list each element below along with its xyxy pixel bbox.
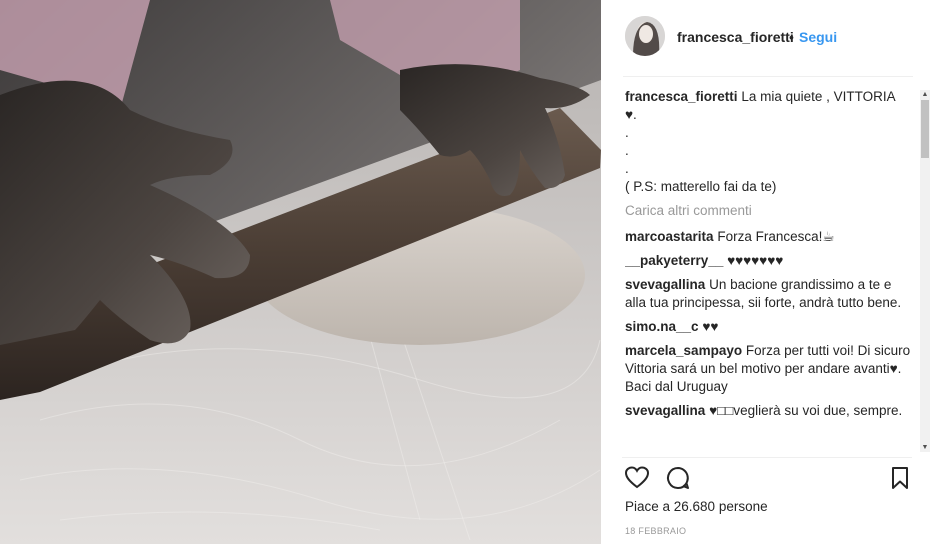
author-username[interactable]: francesca_fioretti — [677, 29, 794, 45]
bookmark-icon[interactable] — [887, 465, 913, 491]
comment-username[interactable]: svevagallina — [625, 403, 705, 418]
caption-line: . — [625, 125, 629, 140]
caption-line: ( P.S: matterello fai da te) — [625, 179, 777, 194]
heart-icon[interactable] — [624, 465, 650, 491]
post-sidebar: francesca_fioretti • Segui francesca_fio… — [601, 0, 934, 544]
author-avatar[interactable] — [625, 16, 665, 56]
comment-username[interactable]: marcoastarita — [625, 229, 714, 244]
caption-line: La mia quiete , VITTORIA — [741, 89, 896, 104]
photo-artwork — [0, 0, 601, 544]
comment-item: svevagallina Un bacione grandissimo a te… — [625, 276, 915, 312]
scroll-down-arrow-icon[interactable]: ▼ — [920, 443, 930, 452]
actions-divider — [622, 457, 912, 458]
comment-text: ♥♥♥♥♥♥♥ — [727, 253, 784, 268]
comments-scrollbar[interactable]: ▲ ▼ — [920, 90, 930, 452]
comment-item: __pakyeterry__ ♥♥♥♥♥♥♥ — [625, 252, 915, 270]
caption: francesca_fioretti La mia quiete , VITTO… — [625, 88, 915, 196]
caption-line: ♥. — [625, 107, 637, 122]
comment-username[interactable]: marcela_sampayo — [625, 343, 742, 358]
likes-count[interactable]: Piace a 26.680 persone — [625, 499, 768, 514]
caption-line: . — [625, 161, 629, 176]
header-divider — [623, 76, 913, 77]
follow-button[interactable]: Segui — [799, 29, 837, 45]
comment-username[interactable]: svevagallina — [625, 277, 705, 292]
post-date[interactable]: 18 FEBBRAIO — [625, 526, 686, 536]
comment-item: marcoastarita Forza Francesca!☕ — [625, 228, 915, 246]
scroll-up-arrow-icon[interactable]: ▲ — [920, 90, 930, 99]
comment-text: ♥□□veglierà su voi due, sempre. — [709, 403, 903, 418]
comment-username[interactable]: simo.na__c — [625, 319, 699, 334]
follow-separator: • — [789, 29, 794, 45]
load-more-comments[interactable]: Carica altri commenti — [625, 202, 915, 220]
caption-username[interactable]: francesca_fioretti — [625, 89, 738, 104]
comment-text: ♥♥ — [702, 319, 719, 334]
comment-icon[interactable] — [665, 465, 691, 491]
scrollbar-thumb[interactable] — [921, 100, 929, 158]
caption-line: . — [625, 143, 629, 158]
comment-item: marcela_sampayo Forza per tutti voi! Di … — [625, 342, 915, 396]
avatar-icon — [625, 16, 665, 56]
comment-text: Forza Francesca!☕ — [717, 229, 835, 244]
comment-username[interactable]: __pakyeterry__ — [625, 253, 723, 268]
comments-list[interactable]: francesca_fioretti La mia quiete , VITTO… — [625, 88, 915, 458]
instagram-post: francesca_fioretti • Segui francesca_fio… — [0, 0, 934, 544]
comment-item: svevagallina ♥□□veglierà su voi due, sem… — [625, 402, 915, 420]
post-photo[interactable] — [0, 0, 601, 544]
comment-item: simo.na__c ♥♥ — [625, 318, 915, 336]
